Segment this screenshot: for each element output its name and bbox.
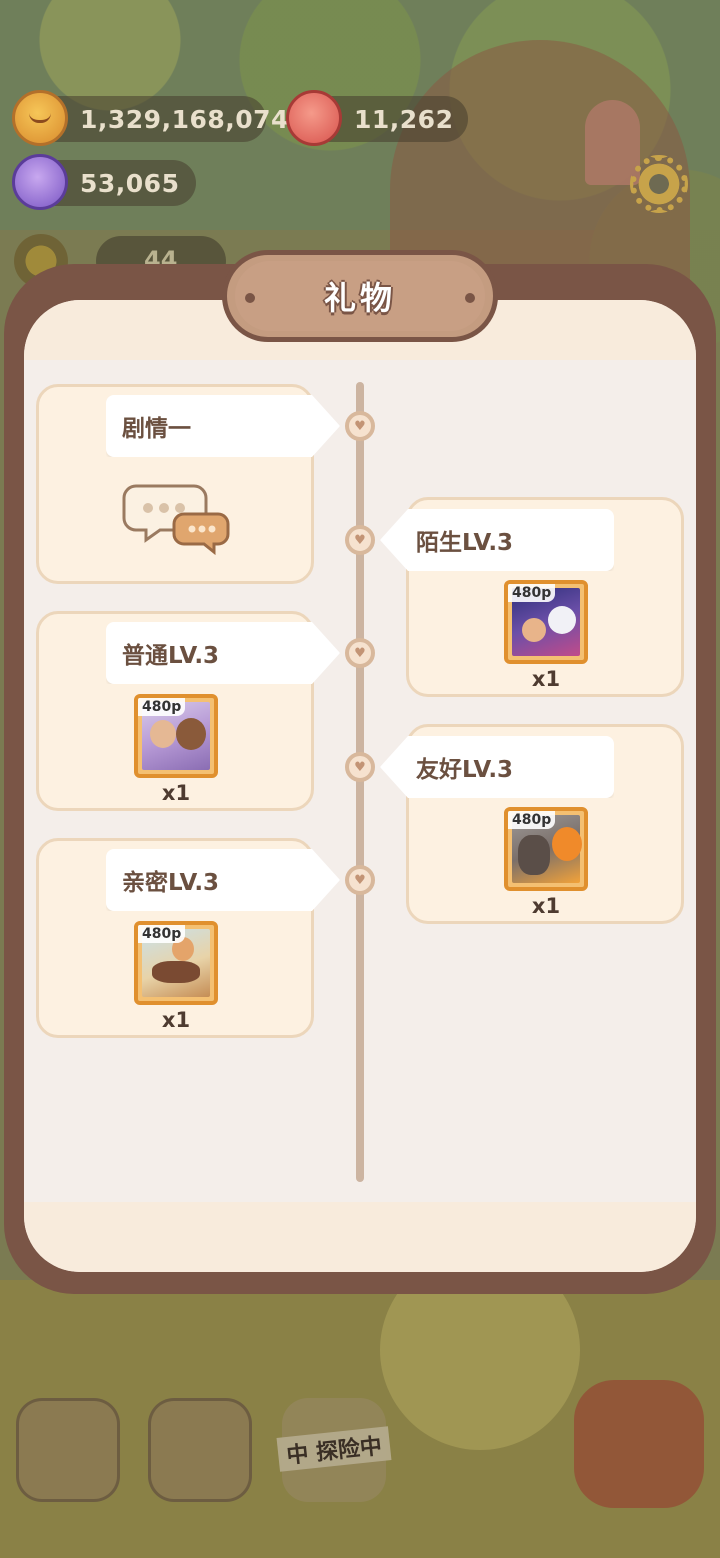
berry-amount: 11,262 xyxy=(354,104,454,134)
dialog-title: 礼物 xyxy=(323,279,396,317)
resolution-badge: 480p xyxy=(138,698,186,716)
chat-bubble-icon[interactable] xyxy=(122,478,232,558)
reward-quantity: x1 xyxy=(531,894,561,918)
candy-gem-icon xyxy=(12,154,68,210)
milestone-label: 普通LV.3 xyxy=(122,643,220,669)
reward-card-art[interactable]: 480p xyxy=(504,807,588,891)
milestone-tag-friendly: 友好LV.3 xyxy=(380,736,614,798)
milestone-label: 陌生LV.3 xyxy=(416,530,514,556)
milestone-label: 亲密LV.3 xyxy=(122,870,220,896)
milestone-tag-stranger: 陌生LV.3 xyxy=(380,509,614,571)
home-mushroom-button[interactable] xyxy=(16,1398,120,1502)
reward-quantity: x1 xyxy=(161,1008,191,1032)
gear-icon[interactable] xyxy=(630,155,688,213)
story-tag-label: 剧情一 xyxy=(122,416,191,442)
timeline-heart-icon: ♥ xyxy=(345,411,375,441)
cookie-coin-icon xyxy=(12,90,68,146)
dialog-bottom-band xyxy=(24,1202,696,1272)
milestone-tag-intimate: 亲密LV.3 xyxy=(106,849,340,911)
ferris-wheel-button[interactable] xyxy=(574,1380,704,1508)
resolution-badge: 480p xyxy=(508,811,556,829)
reward-card-art[interactable]: 480p xyxy=(504,580,588,664)
timeline-heart-icon: ♥ xyxy=(345,525,375,555)
timeline-heart-icon: ♥ xyxy=(345,752,375,782)
milestone-label: 友好LV.3 xyxy=(416,757,514,783)
milestone-tag-normal: 普通LV.3 xyxy=(106,622,340,684)
gem-counter[interactable]: 53,065 xyxy=(12,154,196,210)
timeline-heart-icon: ♥ xyxy=(345,865,375,895)
diary-heart-button[interactable] xyxy=(148,1398,252,1502)
reward-card-art[interactable]: 480p xyxy=(134,921,218,1005)
gem-amount: 53,065 xyxy=(80,168,180,198)
dialog-title-plate: 礼物 xyxy=(222,250,498,342)
reward-quantity: x1 xyxy=(161,781,191,805)
resolution-badge: 480p xyxy=(508,584,556,602)
reward-card-art[interactable]: 480p xyxy=(134,694,218,778)
strawberry-icon xyxy=(286,90,342,146)
timeline-heart-icon: ♥ xyxy=(345,638,375,668)
coin-counter[interactable]: 1,329,168,074 xyxy=(12,90,288,146)
story-tag: 剧情一 xyxy=(106,395,340,457)
timeline-track xyxy=(356,382,364,1182)
berry-counter[interactable]: 11,262 xyxy=(286,90,468,146)
coin-amount: 1,329,168,074 xyxy=(80,104,289,134)
resolution-badge: 480p xyxy=(138,925,186,943)
reward-quantity: x1 xyxy=(531,667,561,691)
